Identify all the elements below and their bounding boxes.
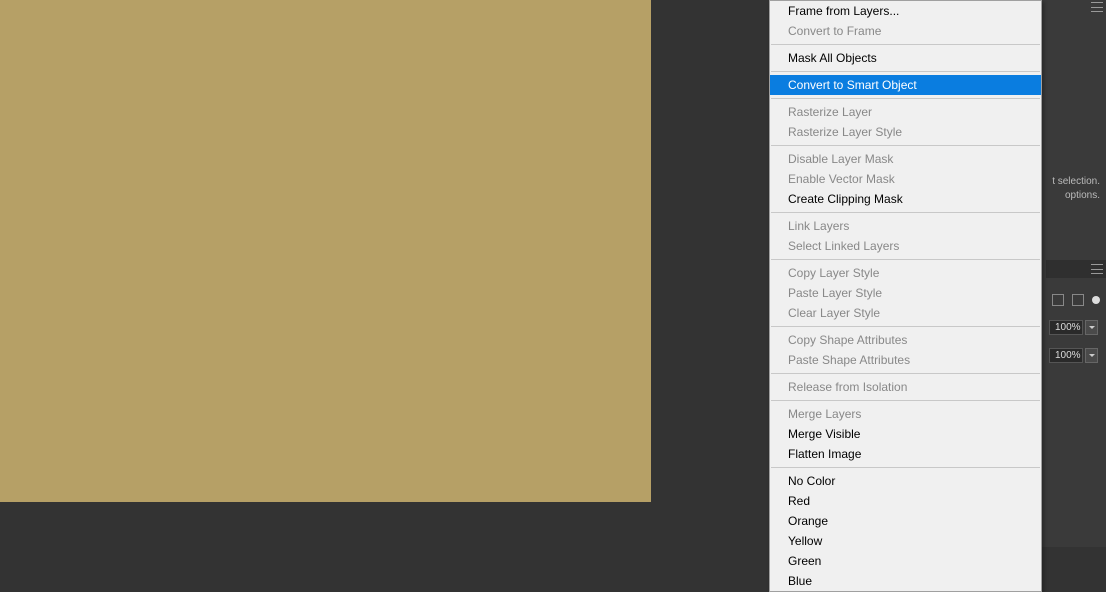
menu-separator	[771, 98, 1040, 99]
panel-header-bar	[1046, 260, 1106, 278]
menu-item-blue[interactable]: Blue	[770, 571, 1041, 591]
fill-value[interactable]: 100%	[1049, 348, 1083, 363]
menu-item-red[interactable]: Red	[770, 491, 1041, 511]
right-panel: t selection. options. 100% 100%	[1042, 0, 1106, 547]
menu-item-flatten-image[interactable]: Flatten Image	[770, 444, 1041, 464]
menu-separator	[771, 44, 1040, 45]
menu-item-frame-from-layers[interactable]: Frame from Layers...	[770, 1, 1041, 21]
menu-item-merge-visible[interactable]: Merge Visible	[770, 424, 1041, 444]
indicator-icon	[1092, 296, 1100, 304]
crop-icon[interactable]	[1052, 294, 1064, 306]
menu-item-release-from-isolation: Release from Isolation	[770, 377, 1041, 397]
menu-item-link-layers: Link Layers	[770, 216, 1041, 236]
menu-item-mask-all-objects[interactable]: Mask All Objects	[770, 48, 1041, 68]
hint-text-1: t selection.	[1052, 176, 1100, 187]
menu-item-rasterize-layer-style: Rasterize Layer Style	[770, 122, 1041, 142]
menu-item-no-color[interactable]: No Color	[770, 471, 1041, 491]
menu-item-copy-layer-style: Copy Layer Style	[770, 263, 1041, 283]
menu-separator	[771, 259, 1040, 260]
menu-item-clear-layer-style: Clear Layer Style	[770, 303, 1041, 323]
menu-item-convert-to-frame: Convert to Frame	[770, 21, 1041, 41]
menu-separator	[771, 400, 1040, 401]
menu-item-copy-shape-attributes: Copy Shape Attributes	[770, 330, 1041, 350]
menu-separator	[771, 212, 1040, 213]
menu-item-disable-layer-mask: Disable Layer Mask	[770, 149, 1041, 169]
menu-item-create-clipping-mask[interactable]: Create Clipping Mask	[770, 189, 1041, 209]
fill-dropdown[interactable]	[1085, 348, 1098, 363]
icon-row	[1052, 294, 1100, 306]
opacity-dropdown[interactable]	[1085, 320, 1098, 335]
menu-item-yellow[interactable]: Yellow	[770, 531, 1041, 551]
menu-item-paste-shape-attributes: Paste Shape Attributes	[770, 350, 1041, 370]
hint-text-2: options.	[1065, 190, 1100, 201]
menu-item-select-linked-layers: Select Linked Layers	[770, 236, 1041, 256]
menu-item-rasterize-layer: Rasterize Layer	[770, 102, 1041, 122]
lock-icon[interactable]	[1072, 294, 1084, 306]
menu-separator	[771, 467, 1040, 468]
opacity-value[interactable]: 100%	[1049, 320, 1083, 335]
menu-item-merge-layers: Merge Layers	[770, 404, 1041, 424]
menu-separator	[771, 145, 1040, 146]
menu-item-convert-to-smart-object[interactable]: Convert to Smart Object	[770, 75, 1041, 95]
panel-menu-icon-2[interactable]	[1091, 264, 1103, 274]
canvas-area[interactable]	[0, 0, 651, 502]
menu-item-paste-layer-style: Paste Layer Style	[770, 283, 1041, 303]
menu-separator	[771, 326, 1040, 327]
menu-separator	[771, 373, 1040, 374]
fill-control[interactable]: 100%	[1049, 348, 1098, 363]
menu-item-green[interactable]: Green	[770, 551, 1041, 571]
menu-separator	[771, 71, 1040, 72]
layer-context-menu[interactable]: Frame from Layers...Convert to Frame Mask…	[769, 0, 1042, 592]
menu-item-orange[interactable]: Orange	[770, 511, 1041, 531]
panel-menu-icon[interactable]	[1091, 2, 1103, 12]
opacity-control[interactable]: 100%	[1049, 320, 1098, 335]
menu-item-enable-vector-mask: Enable Vector Mask	[770, 169, 1041, 189]
